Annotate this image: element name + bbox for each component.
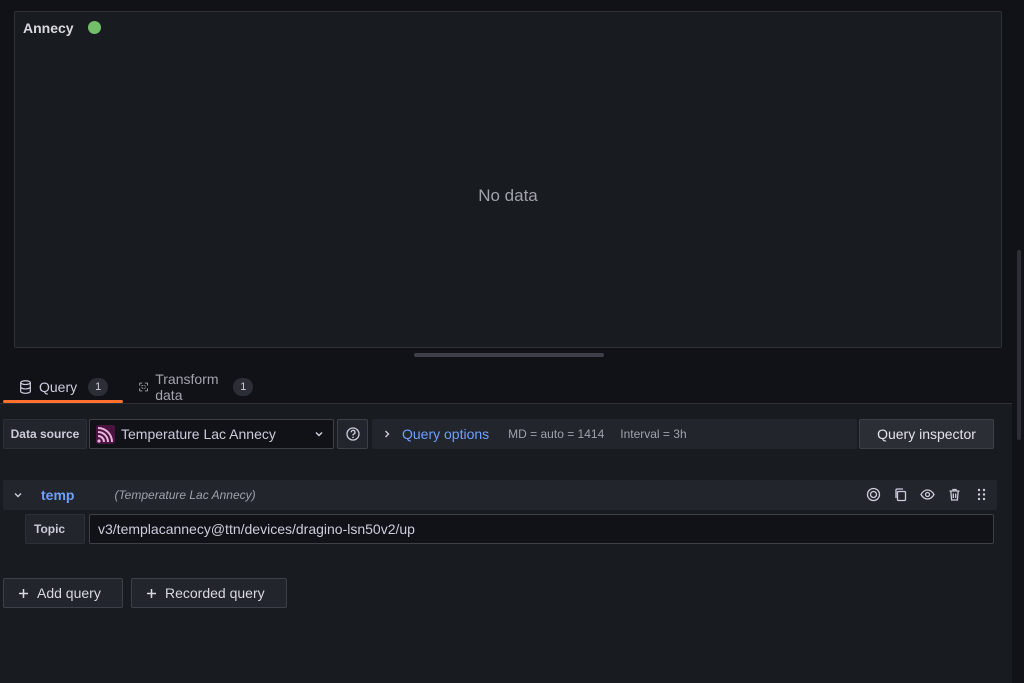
add-query-label: Add query — [37, 585, 101, 601]
query-options-label: Query options — [402, 426, 490, 442]
tab-query[interactable]: Query 1 — [3, 370, 109, 403]
topic-label: Topic — [25, 514, 85, 544]
tab-transform-data[interactable]: Transform data 1 — [123, 370, 254, 403]
no-data-message: No data — [478, 186, 538, 205]
panel-title[interactable]: Annecy — [23, 20, 74, 36]
chevron-down-icon[interactable] — [13, 490, 23, 500]
query-row-actions — [866, 487, 989, 502]
recorded-query-button[interactable]: Recorded query — [131, 578, 287, 608]
query-options-toggle[interactable]: Query options MD = auto = 1414 Interval … — [372, 419, 857, 449]
panel-preview: Annecy No data — [14, 11, 1002, 348]
eye-icon[interactable] — [920, 487, 935, 502]
pane-resize-handle[interactable] — [414, 353, 604, 357]
chevron-down-icon — [315, 431, 323, 437]
datasource-label: Data source — [3, 419, 87, 449]
scrollbar[interactable] — [1017, 250, 1021, 440]
tab-transform-label: Transform data — [155, 370, 219, 403]
topic-input[interactable] — [89, 514, 994, 544]
duplicate-icon[interactable] — [893, 487, 908, 502]
plus-icon — [19, 588, 28, 598]
panel-editor: Annecy No data Query 1 Transform data 1 — [0, 0, 1024, 683]
database-icon — [20, 379, 31, 394]
transform-icon — [139, 382, 149, 391]
wireless-signal-icon — [96, 424, 115, 444]
query-row-header: temp (Temperature Lac Annecy) — [3, 480, 997, 510]
query-ref-name[interactable]: temp — [41, 487, 74, 503]
chevron-right-icon — [385, 430, 390, 438]
query-options-md: MD = auto = 1414 — [508, 427, 605, 441]
trash-icon[interactable] — [947, 487, 962, 502]
query-help-icon[interactable] — [866, 487, 881, 502]
query-datasource-hint: (Temperature Lac Annecy) — [114, 488, 256, 502]
tab-transform-count: 1 — [233, 377, 254, 396]
datasource-selected: Temperature Lac Annecy — [121, 426, 276, 442]
drag-handle-icon[interactable] — [974, 487, 989, 502]
datasource-picker[interactable]: Temperature Lac Annecy — [89, 419, 334, 449]
query-options-interval: Interval = 3h — [620, 427, 687, 441]
recorded-query-label: Recorded query — [165, 585, 265, 601]
question-circle-icon — [345, 427, 360, 441]
datasource-help-button[interactable] — [337, 419, 368, 449]
query-inspector-button[interactable]: Query inspector — [859, 419, 994, 449]
plus-icon — [147, 588, 156, 598]
add-query-button[interactable]: Add query — [3, 578, 123, 608]
panel-status-indicator — [88, 21, 101, 34]
tab-query-count: 1 — [88, 377, 109, 396]
tab-query-label: Query — [39, 378, 78, 395]
